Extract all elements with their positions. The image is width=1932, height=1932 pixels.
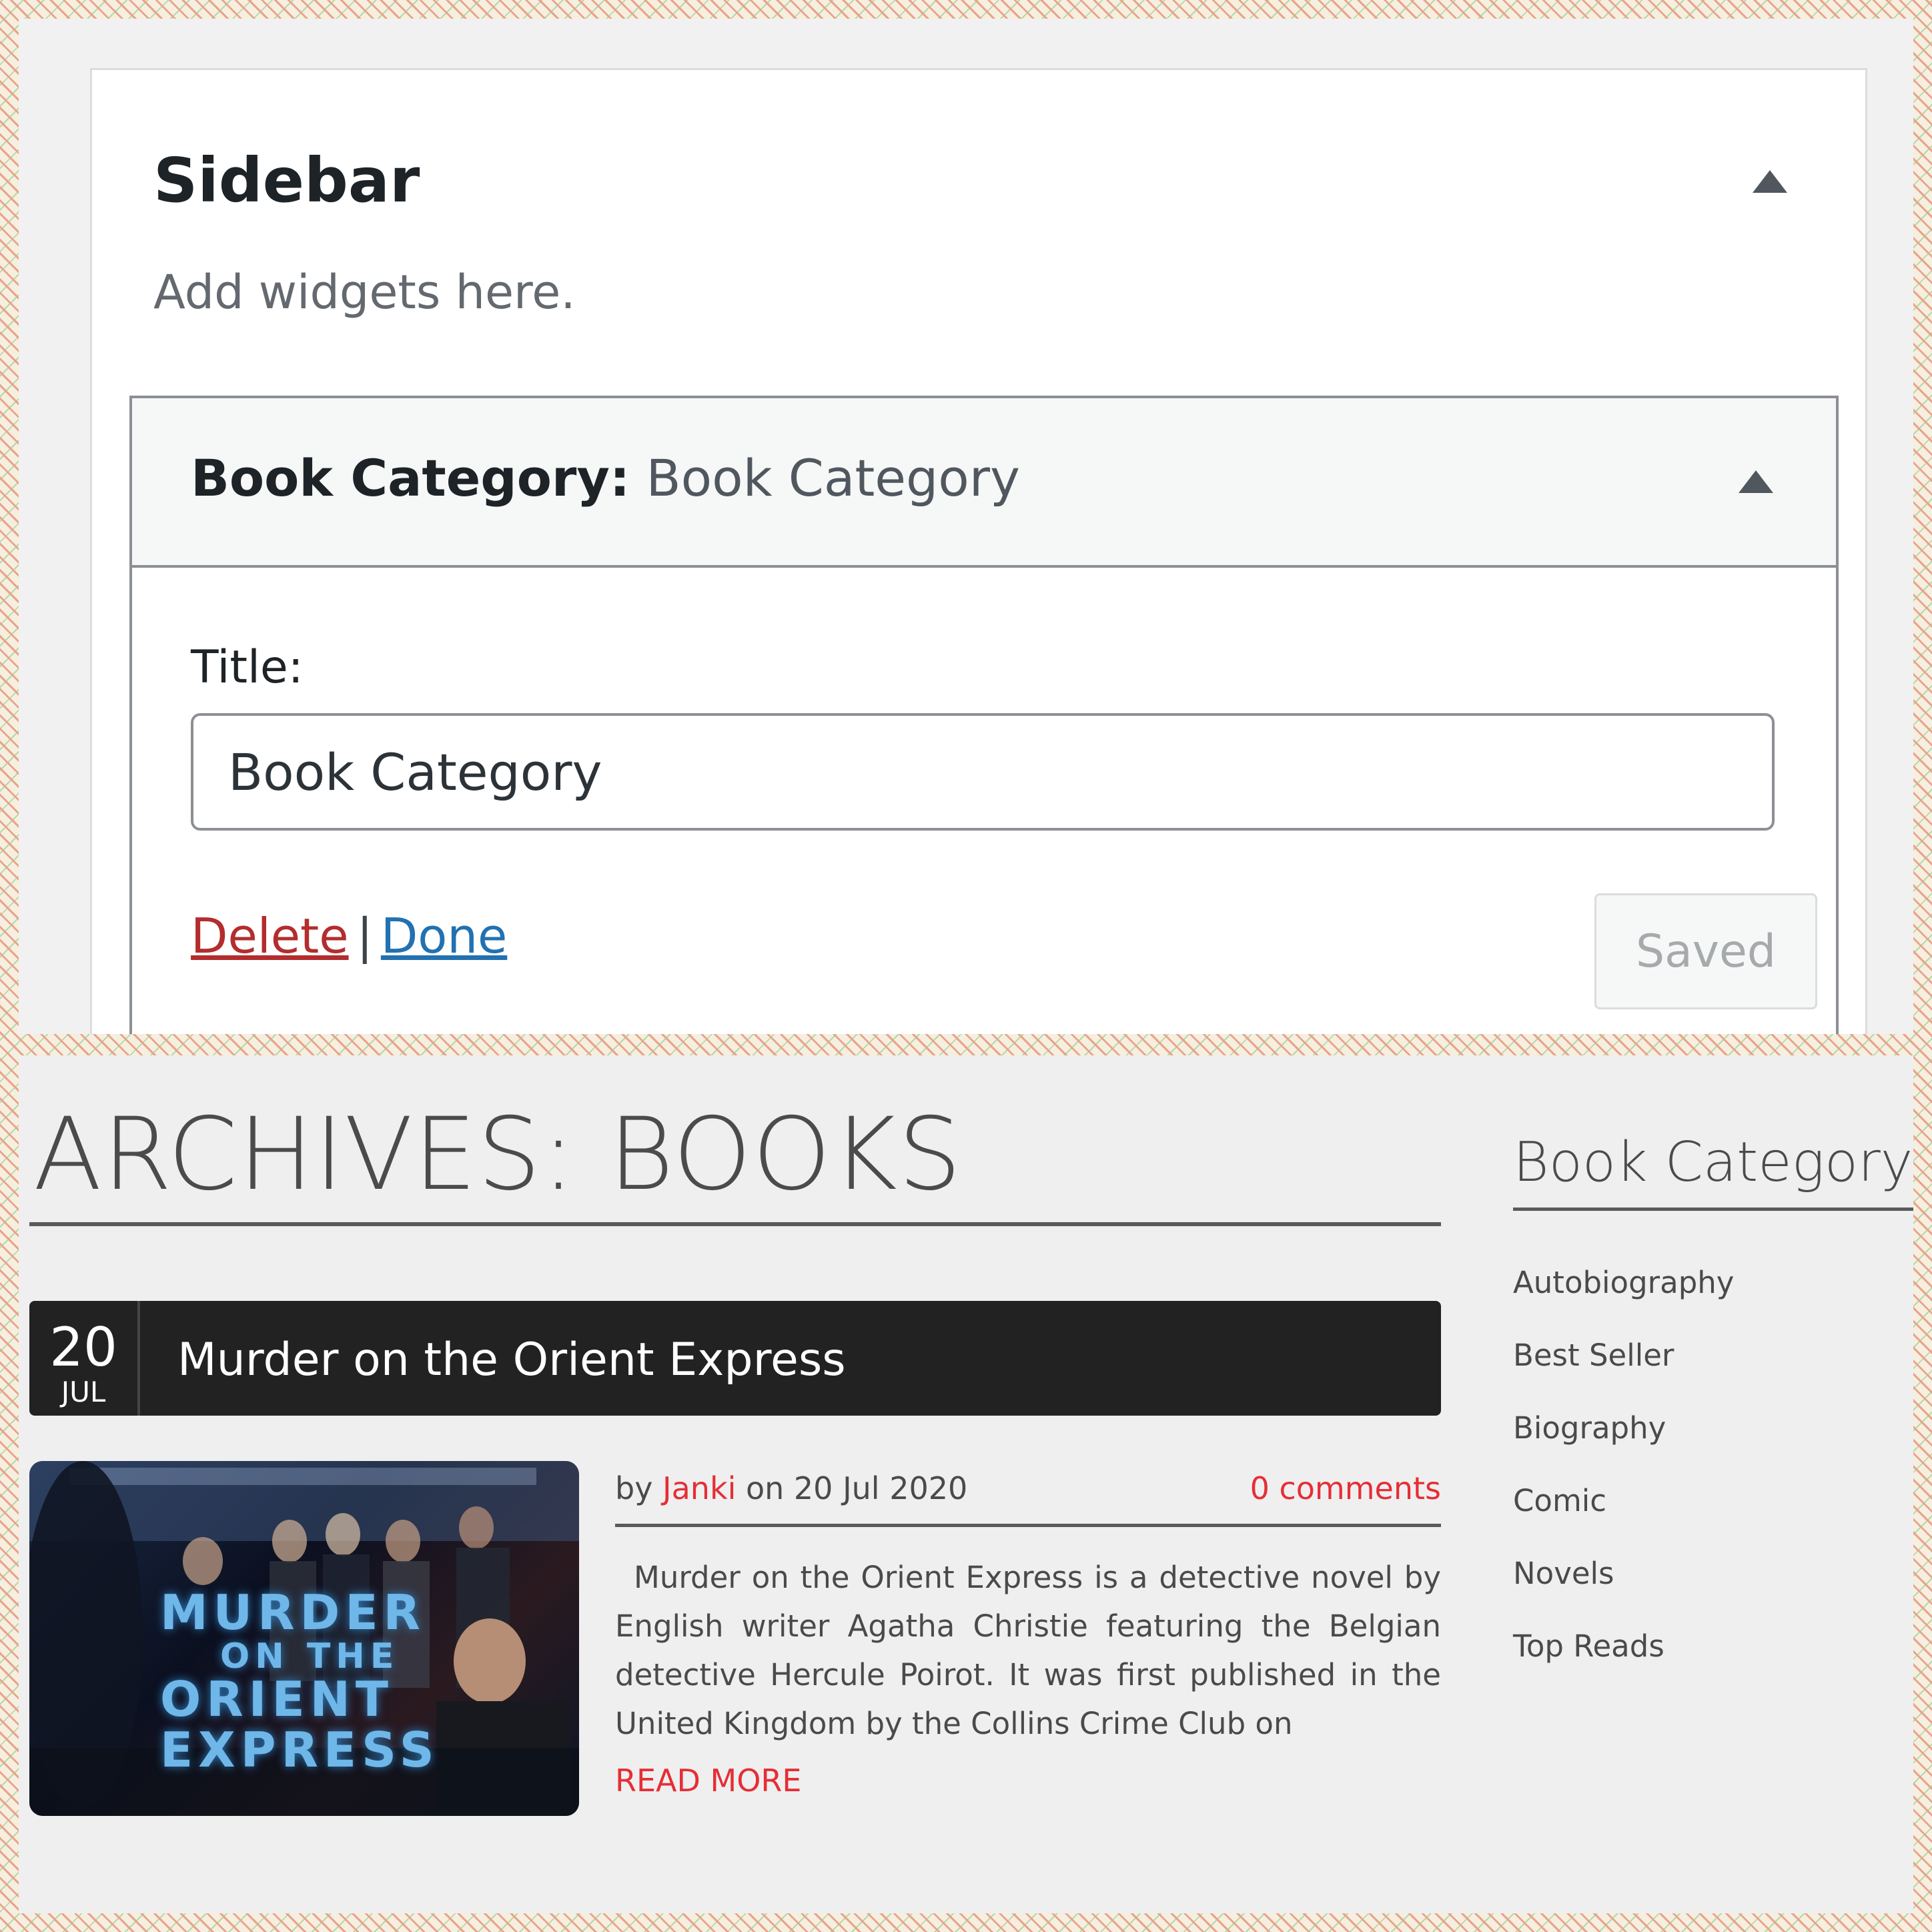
post-header: 20 JUL Murder on the Orient Express [29,1301,1441,1416]
post-date-day: 20 [49,1316,117,1378]
category-item-autobiography[interactable]: Autobiography [1513,1268,1734,1340]
poster-line: MURDER [160,1584,426,1640]
meta-date: on 20 Jul 2020 [746,1470,968,1506]
meta-divider [615,1524,1441,1527]
read-more-link[interactable]: READ MORE [615,1765,801,1796]
post-thumbnail[interactable]: MURDER ON THE ORIENT EXPRESS [29,1461,579,1816]
delete-link[interactable]: Delete [191,908,349,964]
widget-editor-panel: Sidebar Add widgets here. Book Category:… [19,19,1913,1034]
category-item-comic[interactable]: Comic [1513,1486,1734,1558]
post-meta: by Janki on 20 Jul 2020 0 comments [615,1473,1441,1504]
heading-divider [29,1222,1441,1226]
book-category-widget: Book Category: Book Category Title: Dele… [129,396,1839,1034]
sidebar-widget-area: Sidebar Add widgets here. Book Category:… [90,68,1867,1034]
widget-header[interactable]: Book Category: Book Category [132,398,1836,568]
caret-up-icon[interactable] [1753,170,1787,193]
widget-instance-title: Book Category [646,448,1020,508]
done-link[interactable]: Done [381,908,507,964]
caret-up-icon[interactable] [1739,470,1773,493]
category-widget-divider [1513,1208,1913,1211]
poster-title: MURDER ON THE ORIENT EXPRESS [160,1584,440,1778]
category-widget-title: Book Category [1513,1131,1913,1194]
author-link[interactable]: Janki [662,1470,736,1506]
post-date-month: JUL [61,1376,106,1408]
category-item-best-seller[interactable]: Best Seller [1513,1340,1734,1413]
category-item-top-reads[interactable]: Top Reads [1513,1631,1734,1704]
post-title-link[interactable]: Murder on the Orient Express [177,1338,846,1383]
category-item-biography[interactable]: Biography [1513,1413,1734,1486]
sidebar-title: Sidebar [153,145,420,216]
sidebar-description: Add widgets here. [153,265,576,320]
meta-by: by [615,1470,653,1506]
poster-line: EXPRESS [160,1721,440,1778]
post-date-badge: 20 JUL [29,1301,140,1416]
link-separator: | [356,908,373,964]
widget-header-title: Book Category: Book Category [191,453,1020,504]
widget-name: Book Category: [191,448,630,508]
comments-link[interactable]: 0 comments [1250,1473,1441,1504]
poster-line: ORIENT [160,1671,394,1728]
category-item-novels[interactable]: Novels [1513,1558,1734,1631]
poster-line: ON THE [220,1636,400,1676]
widget-actions: Delete | Done [191,912,507,960]
title-input[interactable] [191,713,1775,831]
archive-heading: ARCHIVES: BOOKS [33,1097,963,1213]
post-excerpt: Murder on the Orient Express is a detect… [615,1560,1441,1741]
archive-page: ARCHIVES: BOOKS 20 JUL Murder on the Ori… [19,1055,1913,1913]
title-field-label: Title: [191,641,304,694]
category-list: Autobiography Best Seller Biography Comi… [1513,1268,1734,1704]
saved-button[interactable]: Saved [1594,893,1817,1009]
